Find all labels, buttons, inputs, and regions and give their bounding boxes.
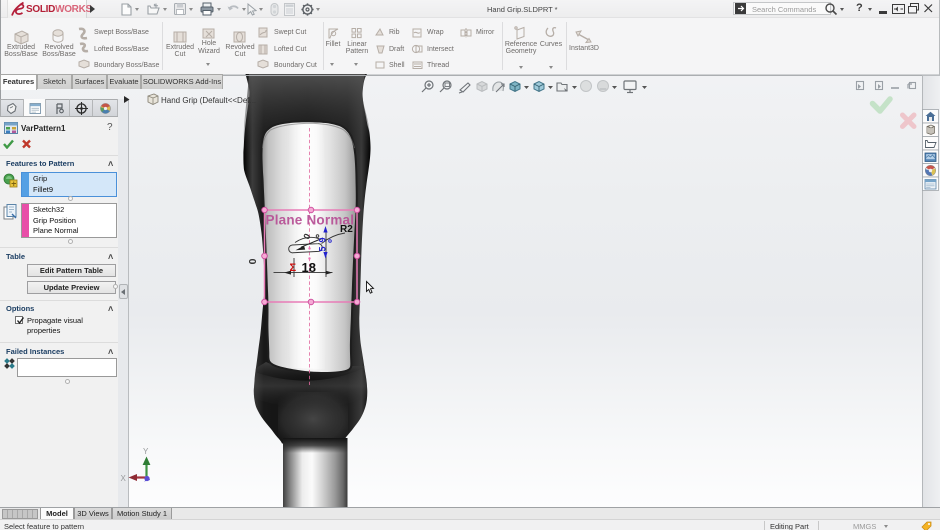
svg-text:Σ: Σ [290, 262, 297, 274]
svg-text:Plane Normal: Plane Normal [266, 212, 355, 227]
svg-text:18: 18 [302, 260, 316, 275]
svg-text:0: 0 [247, 258, 259, 264]
svg-text:5: 5 [318, 246, 328, 251]
svg-text:9: 9 [318, 237, 328, 242]
svg-text:Hand Grip (Default<<Def...: Hand Grip (Default<<Def... [161, 96, 256, 105]
svg-text:X: X [121, 474, 127, 483]
svg-text:Y: Y [143, 447, 149, 456]
